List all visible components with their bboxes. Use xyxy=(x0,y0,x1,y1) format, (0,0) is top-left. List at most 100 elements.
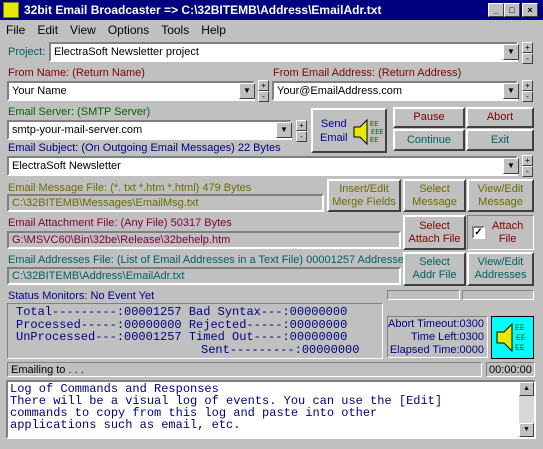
from-name-spin-down[interactable]: - xyxy=(258,91,269,102)
addresses-path: C:\32BITEMB\Address\EmailAdr.txt xyxy=(7,267,401,285)
emailing-status: Emailing to . . . xyxy=(7,362,482,377)
project-label: Project: xyxy=(8,46,46,58)
from-email-select[interactable]: Your@EmailAddress.com xyxy=(272,81,518,101)
project-spin-up[interactable]: + xyxy=(522,42,533,53)
from-email-spin-down[interactable]: - xyxy=(522,91,533,102)
attach-file-group: ✓ Attach File xyxy=(467,215,534,250)
from-email-label: From Email Address: (Return Address) xyxy=(273,67,462,79)
attach-file-checkbox[interactable]: ✓ xyxy=(472,226,485,239)
counter-row-sent: Sent---------:00000000 xyxy=(16,342,382,357)
svg-text:EEE: EEE xyxy=(371,129,384,137)
view-edit-addresses-button[interactable]: View/Edit Addresses xyxy=(467,252,534,286)
addresses-label: Email Addresses File: (List of Email Add… xyxy=(8,254,410,266)
attach-file-text: Attach File xyxy=(492,220,523,246)
log-scrollbar[interactable]: ▲ ▼ xyxy=(519,382,534,437)
menu-options[interactable]: Options xyxy=(102,22,155,37)
server-spin-down[interactable]: - xyxy=(296,131,307,142)
view-edit-message-button[interactable]: View/Edit Message xyxy=(467,179,534,212)
emailing-timer: 00:00:00 xyxy=(486,362,535,377)
progress-indicator-2 xyxy=(462,290,534,300)
status-label: Status Monitors: No Event Yet xyxy=(8,290,155,302)
message-file-path: C:\32BITEMB\Messages\EmailMsg.txt xyxy=(7,194,324,212)
attachment-path: G:\MSVC60\Bin\32be\Release\32behelp.htm xyxy=(7,231,401,249)
svg-text:EE: EE xyxy=(515,344,525,353)
app-icon[interactable] xyxy=(3,2,19,18)
subject-label: Email Subject: (On Outgoing Email Messag… xyxy=(8,142,281,154)
from-name-spin-up[interactable]: + xyxy=(258,80,269,91)
window-title: 32bit Email Broadcaster => C:\32BITEMB\A… xyxy=(24,3,382,17)
subject-select[interactable]: ElectraSoft Newsletter xyxy=(7,156,518,176)
subject-dropdown-button[interactable]: ▼ xyxy=(503,158,519,174)
svg-text:EE: EE xyxy=(515,324,525,333)
svg-text:EE: EE xyxy=(370,121,378,129)
title-bar: 32bit Email Broadcaster => C:\32BITEMB\A… xyxy=(0,0,543,20)
svg-text:EE: EE xyxy=(370,137,378,145)
speaker-icon: EE EEE EE xyxy=(353,118,384,146)
view-msg-label-2: Message xyxy=(478,195,523,208)
menu-help[interactable]: Help xyxy=(195,22,232,37)
svg-text:EE: EE xyxy=(516,334,526,343)
server-select[interactable]: smtp-your-mail-server.com xyxy=(7,120,292,140)
log-textarea[interactable]: Log of Commands and Responses There will… xyxy=(6,380,536,439)
scroll-up-button[interactable]: ▲ xyxy=(519,382,534,396)
speaker-status-icon: EE EE EE xyxy=(491,316,534,359)
log-line: applications such as email, etc. xyxy=(10,418,241,432)
close-button[interactable]: × xyxy=(522,3,538,17)
maximize-button[interactable]: □ xyxy=(504,3,520,17)
select-attach-label-2: Attach File xyxy=(408,232,461,245)
server-dropdown-button[interactable]: ▼ xyxy=(276,122,292,138)
menu-file[interactable]: File xyxy=(0,22,31,37)
insert-edit-merge-fields-button[interactable]: Insert/Edit Merge Fields xyxy=(327,179,401,212)
from-email-spin-up[interactable]: + xyxy=(522,80,533,91)
status-counters: Total---------:00001257 Bad Syntax---:00… xyxy=(7,303,383,359)
server-spin-up[interactable]: + xyxy=(296,120,307,131)
timeout-panel: Abort Timeout:0300 Time Left:0300 Elapse… xyxy=(387,316,488,358)
time-left: Time Left:0300 xyxy=(411,331,484,343)
counter-unprocessed: UnProcessed---:00001257 xyxy=(16,330,182,344)
progress-indicator-1 xyxy=(387,290,460,300)
attach-label-2: File xyxy=(498,233,517,245)
view-msg-label-1: View/Edit xyxy=(477,182,524,195)
send-label-1: Send xyxy=(320,117,347,130)
scroll-down-button[interactable]: ▼ xyxy=(519,423,534,437)
message-file-label: Email Message File: (*. txt *.htm *.html… xyxy=(8,182,252,194)
menu-view[interactable]: View xyxy=(64,22,102,37)
from-name-label: From Name: (Return Name) xyxy=(8,67,145,79)
view-addr-label-1: View/Edit xyxy=(477,256,524,268)
attachment-label: Email Attachment File: (Any File) 50317 … xyxy=(8,217,232,229)
pause-button[interactable]: Pause xyxy=(393,107,465,128)
select-message-button[interactable]: Select Message xyxy=(403,179,466,212)
select-attach-label-1: Select xyxy=(419,219,450,232)
minimize-button[interactable]: _ xyxy=(488,3,504,17)
select-addr-file-button[interactable]: Select Addr File xyxy=(403,252,466,286)
project-select[interactable]: ElectraSoft Newsletter project xyxy=(49,42,518,62)
project-dropdown-button[interactable]: ▼ xyxy=(503,44,519,60)
abort-button[interactable]: Abort xyxy=(466,107,534,128)
send-email-button[interactable]: Send Email EE EEE EE xyxy=(311,108,387,153)
menu-tools[interactable]: Tools xyxy=(155,22,195,37)
from-name-select[interactable]: Your Name xyxy=(7,81,255,101)
menu-bar: File Edit View Options Tools Help xyxy=(0,22,543,40)
select-attach-file-button[interactable]: Select Attach File xyxy=(403,215,466,250)
menu-edit[interactable]: Edit xyxy=(31,22,64,37)
abort-timeout: Abort Timeout:0300 xyxy=(388,318,485,330)
from-email-dropdown-button[interactable]: ▼ xyxy=(503,83,519,99)
insert-label-1: Insert/Edit xyxy=(339,182,389,195)
select-msg-label-2: Message xyxy=(412,195,457,208)
select-msg-label-1: Select xyxy=(419,182,450,195)
elapsed-time: Elapsed Time:0000 xyxy=(389,344,484,356)
continue-button[interactable]: Continue xyxy=(393,129,465,151)
counter-sent: Sent---------:00000000 xyxy=(201,342,360,357)
subject-spin-down[interactable]: - xyxy=(522,166,533,177)
insert-label-2: Merge Fields xyxy=(332,195,396,208)
send-label-2: Email xyxy=(320,131,348,144)
server-label: Email Server: (SMTP Server) xyxy=(8,106,151,118)
select-addr-label-1: Select xyxy=(419,256,450,268)
subject-spin-up[interactable]: + xyxy=(522,155,533,166)
view-addr-label-2: Addresses xyxy=(474,269,527,281)
attach-label-1: Attach xyxy=(492,220,524,232)
project-spin-down[interactable]: - xyxy=(522,53,533,64)
from-name-dropdown-button[interactable]: ▼ xyxy=(239,83,255,99)
select-addr-label-2: Addr File xyxy=(412,269,457,281)
exit-button[interactable]: Exit xyxy=(466,129,534,151)
